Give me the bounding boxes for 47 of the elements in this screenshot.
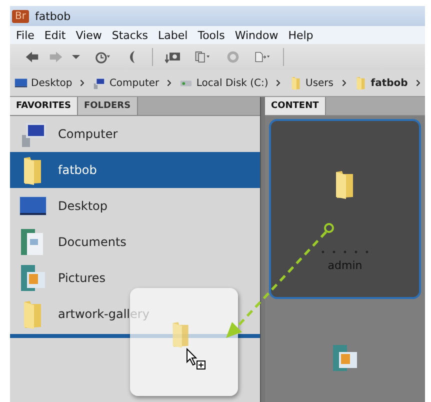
- window-title: fatbob: [34, 10, 71, 22]
- chevron-icon[interactable]: [167, 78, 172, 88]
- menu-item[interactable]: Tools: [198, 28, 225, 42]
- favorite-item[interactable]: Documents: [10, 224, 260, 260]
- breadcrumb-item[interactable]: Computer: [109, 78, 160, 88]
- favorite-item[interactable]: artwork-gallery: [10, 296, 260, 332]
- copy-pages-icon[interactable]: [195, 50, 211, 64]
- back-arrow-icon[interactable]: [24, 50, 40, 64]
- menu-item[interactable]: Label: [158, 28, 188, 42]
- item-label: Desktop: [58, 199, 108, 213]
- menu-item[interactable]: File: [16, 28, 34, 42]
- menu-item[interactable]: View: [76, 28, 102, 42]
- new-document-icon[interactable]: [255, 50, 271, 64]
- cursor-icon: [186, 348, 206, 370]
- menu-item[interactable]: Edit: [44, 28, 66, 42]
- pictures-icon: [330, 343, 360, 373]
- item-label: fatbob: [58, 163, 97, 177]
- item-label: artwork-gallery: [58, 307, 150, 321]
- panel-tab[interactable]: FOLDERS: [78, 97, 138, 115]
- thumbnail-label: admin: [328, 259, 362, 272]
- chevron-icon[interactable]: [80, 78, 84, 88]
- menu-item[interactable]: Stacks: [112, 28, 148, 42]
- desktop-icon: [14, 76, 28, 90]
- breadcrumb-item[interactable]: Desktop: [31, 78, 72, 88]
- breadcrumb-item[interactable]: fatbob: [370, 78, 408, 88]
- panel-tab[interactable]: FAVORITES: [10, 97, 78, 115]
- panel-tab[interactable]: CONTENT: [265, 97, 326, 115]
- menu-item[interactable]: Window: [234, 28, 278, 42]
- item-label: Computer: [58, 127, 118, 141]
- clock-icon[interactable]: [94, 50, 110, 64]
- chevron-icon[interactable]: [342, 78, 346, 88]
- item-label: Documents: [58, 235, 126, 249]
- pictures-icon: [18, 263, 48, 293]
- caret-icon[interactable]: [72, 53, 80, 61]
- chevron-icon[interactable]: [416, 78, 420, 88]
- favorite-item[interactable]: Computer: [10, 116, 260, 152]
- breadcrumb-item[interactable]: Users: [306, 78, 334, 88]
- breadcrumb-item[interactable]: Local Disk (C:): [196, 78, 268, 88]
- item-label: Pictures: [58, 271, 106, 285]
- favorite-item[interactable]: fatbob: [10, 152, 260, 188]
- menu-item[interactable]: Help: [288, 28, 314, 42]
- app-logo: Br: [12, 10, 29, 22]
- computer-icon: [92, 76, 106, 90]
- favorite-item[interactable]: Pictures: [10, 260, 260, 296]
- camera-icon[interactable]: [165, 50, 181, 64]
- chevron-icon[interactable]: [276, 78, 280, 88]
- favorite-item[interactable]: Desktop: [10, 188, 260, 224]
